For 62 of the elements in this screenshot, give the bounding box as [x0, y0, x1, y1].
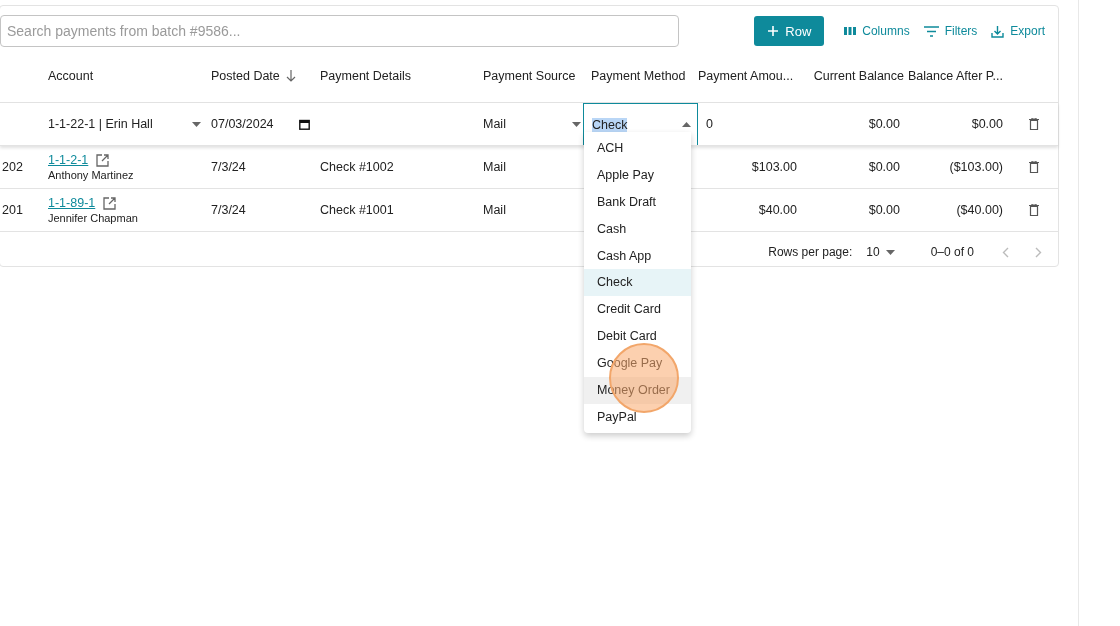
- filters-button[interactable]: Filters: [923, 24, 978, 38]
- date-field[interactable]: 07/03/2024: [211, 117, 320, 131]
- column-header[interactable]: Account: [48, 69, 94, 83]
- table-cell: $0.00: [868, 117, 900, 131]
- columns-button[interactable]: Columns: [844, 24, 910, 38]
- search-field[interactable]: Search payments from batch #9586...: [0, 15, 679, 47]
- table-cell: $0.00: [868, 203, 900, 217]
- account-link[interactable]: 1-1-2-1: [48, 153, 89, 167]
- rows-per-page-label: Rows per page:: [768, 245, 853, 259]
- menu-option[interactable]: Apple Pay: [584, 161, 691, 189]
- trash-icon[interactable]: [1029, 161, 1039, 173]
- table-cell: $103.00: [751, 160, 797, 174]
- external-link-icon[interactable]: [103, 196, 117, 210]
- menu-option[interactable]: Credit Card: [584, 296, 691, 324]
- account-name: Jennifer Chapman: [48, 212, 139, 224]
- caret-icon: [192, 121, 201, 127]
- column-header[interactable]: Posted Date: [211, 69, 280, 83]
- menu-option[interactable]: Check: [584, 269, 691, 297]
- caret-icon: [572, 121, 581, 127]
- account-link[interactable]: 1-1-89-1: [48, 196, 96, 210]
- column-header[interactable]: Current Balance: [813, 69, 904, 83]
- export-button[interactable]: Export: [991, 24, 1045, 38]
- page-range: 0–0 of 0: [930, 245, 974, 259]
- table-cell: $0.00: [971, 117, 1003, 131]
- table-cell: 201: [2, 203, 23, 217]
- trash-icon[interactable]: [1029, 118, 1039, 130]
- caret-icon: [885, 249, 895, 255]
- column-header[interactable]: Payment Amou...: [698, 69, 794, 83]
- sort-arrow-icon[interactable]: [285, 70, 296, 82]
- table-cell: Mail: [483, 203, 506, 217]
- columns-icon: [844, 26, 857, 36]
- table-cell: ($40.00): [956, 203, 1003, 217]
- table-cell: ($103.00): [949, 160, 1003, 174]
- table-cell: 7/3/24: [211, 203, 246, 217]
- plus-icon: [767, 25, 780, 37]
- table-cell: Check #1002: [320, 160, 394, 174]
- menu-option[interactable]: Cash App: [584, 242, 691, 270]
- menu-option[interactable]: Cash: [584, 215, 691, 243]
- filter-icon: [923, 25, 939, 37]
- table-cell: 202: [2, 160, 23, 174]
- table-cell: $0.00: [868, 160, 900, 174]
- menu-option[interactable]: Debit Card: [584, 323, 691, 351]
- download-icon: [991, 24, 1005, 38]
- table-cell: Check #1001: [320, 203, 394, 217]
- menu-option[interactable]: Bank Draft: [584, 188, 691, 216]
- table-cell: 7/3/24: [211, 160, 246, 174]
- add-row-button[interactable]: Row: [754, 16, 825, 46]
- table-cell: Mail: [483, 160, 506, 174]
- external-link-icon[interactable]: [96, 153, 110, 167]
- table-cell: $40.00: [758, 203, 797, 217]
- account-select[interactable]: 1-1-22-1 | Erin Hall: [48, 117, 211, 131]
- calendar-icon[interactable]: [299, 118, 310, 130]
- caret-up-icon: [682, 122, 691, 127]
- column-header[interactable]: Balance After P...: [908, 69, 1003, 83]
- trash-icon[interactable]: [1029, 204, 1039, 216]
- account-name: Anthony Martinez: [48, 169, 135, 181]
- amount-field[interactable]: 0: [698, 117, 805, 131]
- column-header[interactable]: Payment Method: [591, 69, 686, 83]
- menu-option[interactable]: PayPal: [584, 403, 691, 431]
- page-size-select[interactable]: 10: [866, 245, 895, 259]
- column-header[interactable]: Payment Source: [483, 69, 576, 83]
- column-header[interactable]: Payment Details: [320, 69, 411, 83]
